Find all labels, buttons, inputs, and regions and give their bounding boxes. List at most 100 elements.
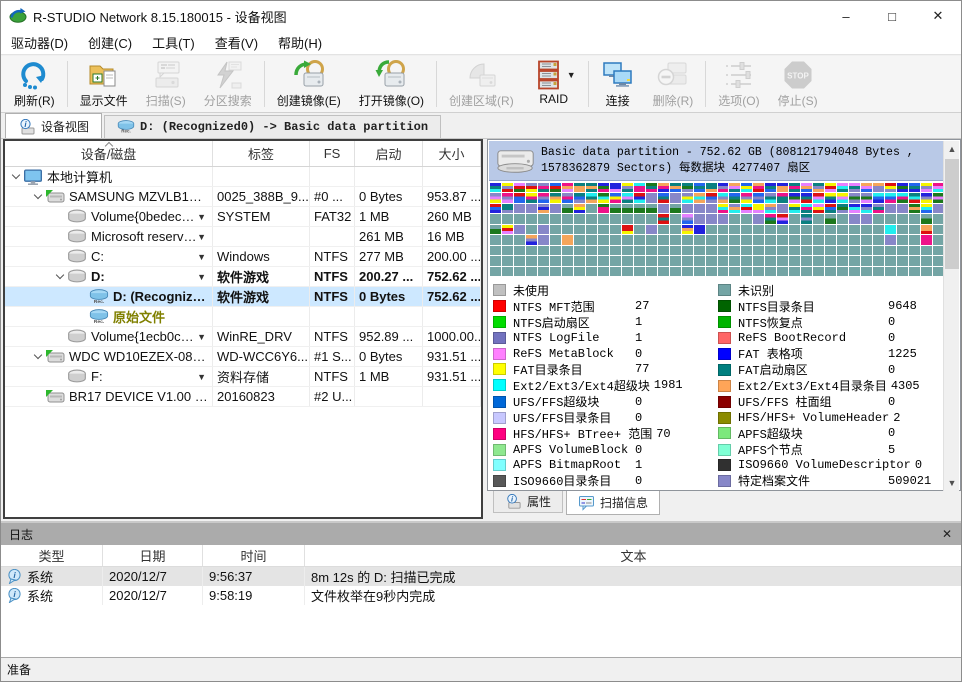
scan-block-map[interactable] (489, 182, 945, 277)
tree-row-1[interactable]: SAMSUNG MZVLB1T0...0025_388B_9...#0 ...0… (5, 187, 481, 207)
tab-properties[interactable]: i属性 (493, 491, 563, 513)
tree-cell-fs (310, 167, 355, 186)
block-cell (502, 225, 513, 234)
create-region-button: 创建区域(R) (440, 56, 523, 112)
scan-scrollbar[interactable]: ▲ ▼ (943, 141, 959, 491)
maximize-button[interactable]: □ (869, 1, 915, 31)
minimize-button[interactable]: – (823, 1, 869, 31)
tree-row-name: Volume{1ecb0c98-..▼ (5, 327, 213, 346)
legend-label: Ext2/Ext3/Ext4目录条目 (738, 377, 891, 394)
block-cell (777, 204, 788, 213)
block-cell (538, 193, 549, 202)
block-cell (550, 183, 561, 192)
tree-row-4[interactable]: C:▼WindowsNTFS277 MB200.00 ... (5, 247, 481, 267)
block-cell (682, 256, 693, 265)
tree-column-header[interactable]: 标签 (213, 141, 310, 166)
tree-row-name: F:▼ (5, 367, 213, 386)
tree-row-9[interactable]: WDC WD10EZEX-08W...WD-WCC6Y6...#1 S...0 … (5, 347, 481, 367)
tree-row-11[interactable]: BR17 DEVICE V1.00 1....20160823#2 U... (5, 387, 481, 407)
tree-row-3[interactable]: Microsoft reserve..▼261 MB16 MB (5, 227, 481, 247)
tree-row-7[interactable]: Rec.原始文件 (5, 307, 481, 327)
menu-drive[interactable]: 驱动器(D) (1, 30, 78, 55)
row-dropdown-caret-icon[interactable]: ▼ (197, 332, 208, 342)
log-column-header[interactable]: 文本 (305, 545, 962, 566)
log-close-icon[interactable]: ✕ (939, 527, 955, 541)
app-icon (9, 7, 27, 25)
scroll-down-icon[interactable]: ▼ (944, 475, 960, 491)
connect-button[interactable]: 连接 (592, 56, 644, 112)
tab-device-view[interactable]: i设备视图 (5, 113, 102, 138)
log-row[interactable]: i系统2020/12/79:58:19文件枚举在9秒内完成 (1, 586, 962, 605)
block-cell (753, 246, 764, 255)
volume-icon (67, 329, 87, 345)
row-dropdown-caret-icon[interactable]: ▼ (197, 252, 208, 262)
block-cell (873, 256, 884, 265)
block-cell (729, 256, 740, 265)
scroll-up-icon[interactable]: ▲ (944, 141, 960, 157)
block-cell (622, 204, 633, 213)
show-files-button[interactable]: 显示文件 (71, 56, 137, 112)
block-cell (861, 235, 872, 244)
log-column-header[interactable]: 时间 (203, 545, 305, 566)
log-column-header[interactable]: 类型 (1, 545, 103, 566)
chevron-down-icon[interactable] (31, 195, 45, 198)
log-row[interactable]: i系统2020/12/79:56:378m 12s 的 D: 扫描已完成 (1, 567, 962, 586)
tree-row-6[interactable]: Rec.D: (Recognize...软件游戏NTFS0 Bytes752.6… (5, 287, 481, 307)
tree-column-header[interactable]: 启动 (355, 141, 423, 166)
block-cell (622, 193, 633, 202)
create-image-button[interactable]: 创建镜像(E) (268, 56, 350, 112)
block-cell (694, 256, 705, 265)
row-dropdown-caret-icon[interactable]: ▼ (197, 232, 208, 242)
hdd-icon (45, 349, 65, 365)
row-dropdown-caret-icon[interactable]: ▼ (197, 272, 208, 282)
tab-recognized-partition[interactable]: Rec.D: (Recognized0) -> Basic data parti… (104, 115, 441, 138)
menu-create[interactable]: 创建(C) (78, 30, 142, 55)
tree-row-5[interactable]: D:▼软件游戏NTFS200.27 ...752.62 ... (5, 267, 481, 287)
menu-tools[interactable]: 工具(T) (142, 30, 205, 55)
raid-button[interactable]: ▼RAID (523, 56, 585, 112)
row-dropdown-caret-icon[interactable]: ▼ (197, 372, 208, 382)
block-cell (586, 183, 597, 192)
tree-cell-size: 16 MB (423, 227, 481, 246)
block-cell (682, 246, 693, 255)
menu-help[interactable]: 帮助(H) (268, 30, 332, 55)
block-cell (921, 183, 932, 192)
legend-label: FAT 表格项 (738, 345, 888, 362)
tree-cell-boot: 261 MB (355, 227, 423, 246)
block-cell (861, 183, 872, 192)
block-cell (538, 214, 549, 223)
legend-label: NTFS目录条目 (738, 298, 888, 315)
row-dropdown-caret-icon[interactable]: ▼ (197, 212, 208, 222)
chevron-down-icon[interactable] (9, 175, 23, 178)
legend-value: 77 (635, 362, 649, 376)
tree-row-0[interactable]: 本地计算机 (5, 167, 481, 187)
menu-view[interactable]: 查看(V) (205, 30, 268, 55)
tree-row-10[interactable]: F:▼资料存储NTFS1 MB931.51 ... (5, 367, 481, 387)
refresh-button[interactable]: 刷新(R) (5, 56, 64, 112)
tree-row-2[interactable]: Volume{0bedecf0-..▼SYSTEMFAT321 MB260 MB (5, 207, 481, 227)
block-cell (753, 256, 764, 265)
legend-value: 1225 (888, 347, 917, 361)
block-cell (634, 235, 645, 244)
block-cell (741, 204, 752, 213)
tree-column-header[interactable]: FS (310, 141, 355, 166)
scroll-thumb[interactable] (945, 159, 959, 269)
chevron-down-icon[interactable] (31, 355, 45, 358)
block-cell (586, 256, 597, 265)
block-cell (490, 193, 501, 202)
dropdown-caret-icon[interactable]: ▼ (567, 70, 576, 80)
log-column-header[interactable]: 日期 (103, 545, 203, 566)
chevron-down-icon[interactable] (53, 275, 67, 278)
tree-column-header[interactable]: 设备/磁盘 (5, 141, 213, 166)
block-cell (610, 225, 621, 234)
open-image-button[interactable]: 打开镜像(O) (350, 56, 433, 112)
tree-row-8[interactable]: Volume{1ecb0c98-..▼WinRE_DRVNTFS952.89 .… (5, 327, 481, 347)
tree-column-header[interactable]: 大小 (423, 141, 481, 166)
tab-scan-info-label: 扫描信息 (600, 494, 648, 511)
tab-scan-info[interactable]: 扫描信息 (566, 491, 660, 515)
block-cell (909, 235, 920, 244)
legend-label: 特定档案文件 (738, 472, 888, 489)
block-cell (777, 246, 788, 255)
tree-row-label: WDC WD10EZEX-08W... (69, 349, 208, 364)
close-button[interactable]: ✕ (915, 1, 961, 31)
